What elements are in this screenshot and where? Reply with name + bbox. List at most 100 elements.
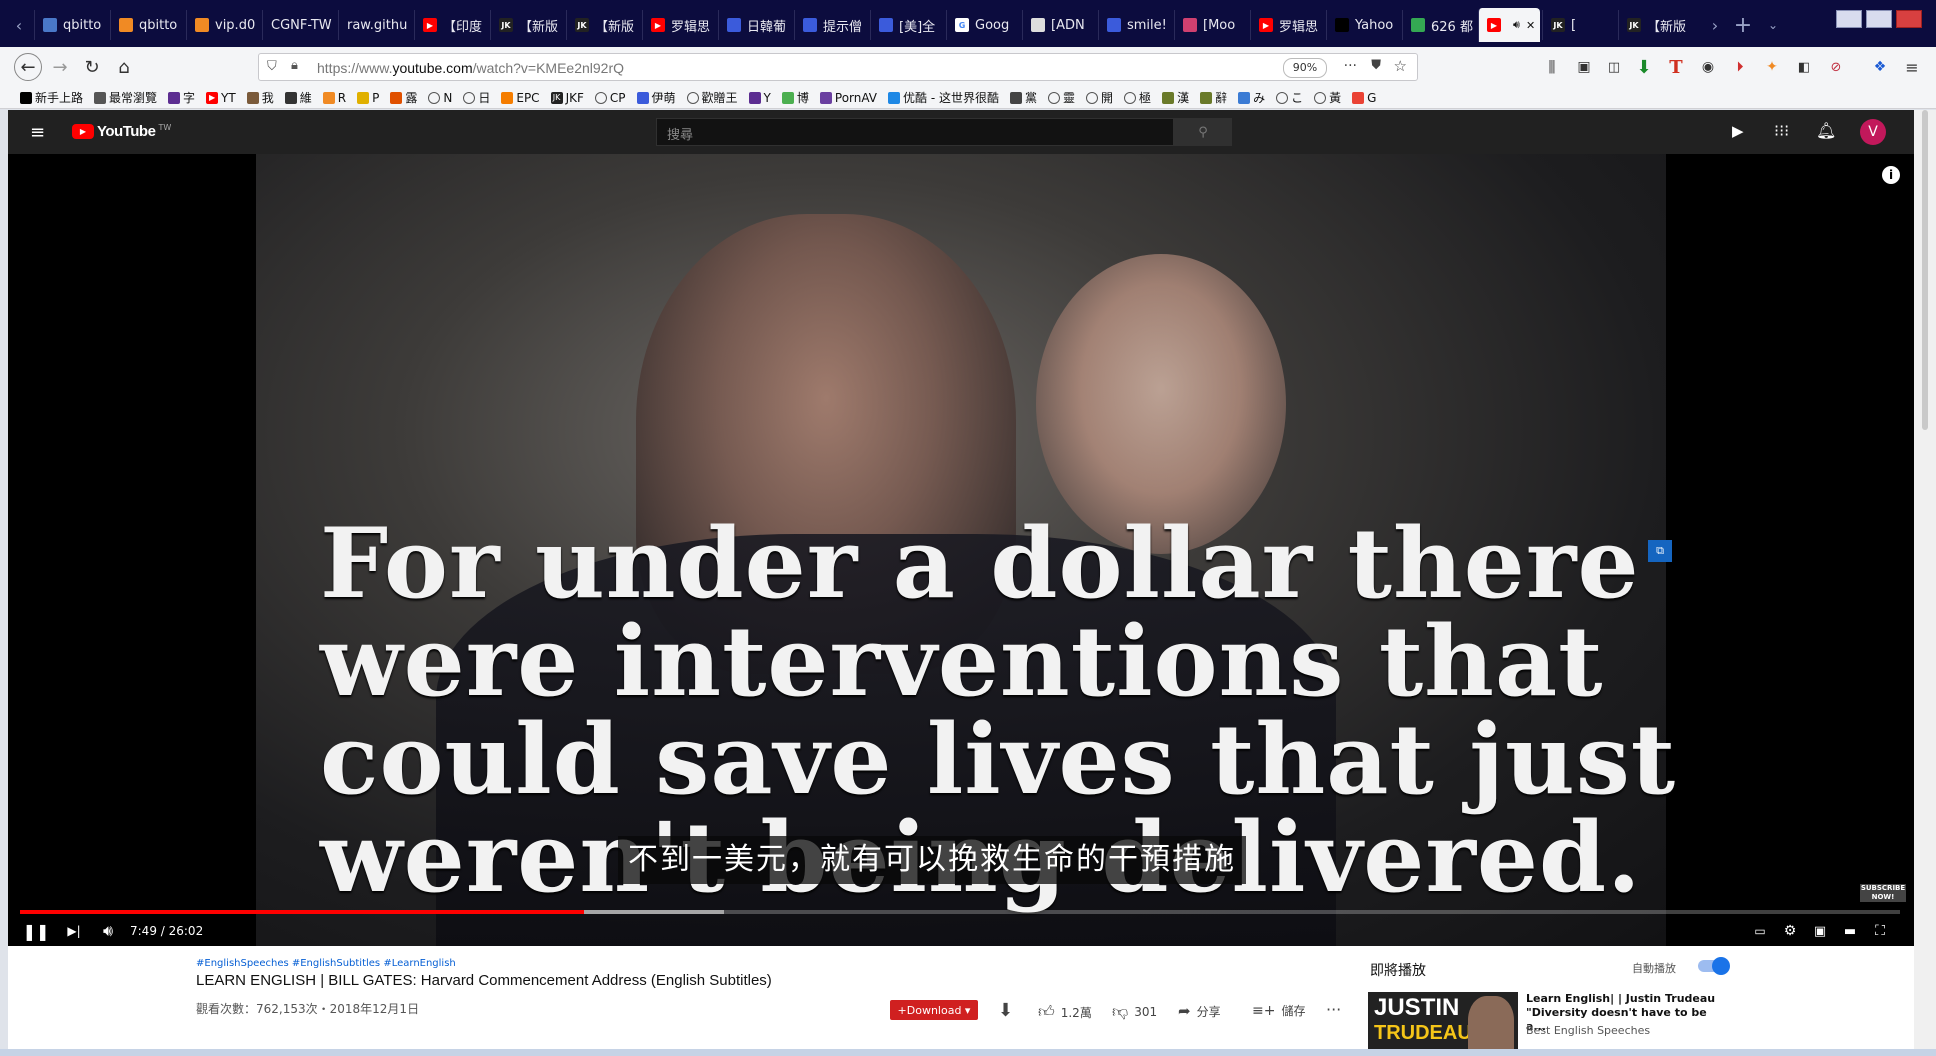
browser-tab[interactable]: 626 都 [1402,10,1476,40]
bookmark-item[interactable]: 字 [168,89,195,106]
download-arrow-icon[interactable]: ⬇ [1632,55,1656,79]
home-icon[interactable]: ⌂ [112,55,136,79]
download-arrow-button[interactable]: ⬇ [998,1000,1013,1021]
bookmark-item[interactable]: Y [748,91,771,105]
browser-tab[interactable]: ▶ 罗辑思 [642,10,716,40]
zoom-level-badge[interactable]: 90% [1283,58,1327,78]
youtube-logo[interactable]: ▶ YouTube TW [72,123,171,140]
extensions-icon[interactable]: ❖ [1868,55,1892,79]
bookmark-item[interactable]: 歡贈王 [686,89,738,106]
bookmark-item[interactable]: 伊萌 [636,89,676,106]
bookmark-item[interactable]: P [357,91,379,105]
tab-scroll-right-icon[interactable]: › [1704,12,1726,38]
new-tab-icon[interactable]: + [1732,12,1754,38]
tab-scroll-left-icon[interactable]: ‹ [8,12,30,38]
browser-tab[interactable]: 日韓葡 [718,10,792,40]
browser-tab[interactable]: smile! [1098,10,1172,40]
text-extension-icon[interactable]: T [1664,55,1688,79]
browser-tab[interactable]: [ADN [1022,10,1096,40]
fullscreen-button[interactable]: ⛶ [1870,922,1890,940]
browser-tab[interactable]: JK 【新版 [566,10,640,40]
next-video-thumbnail[interactable]: JUSTIN TRUDEAU [1368,992,1518,1056]
bookmark-item[interactable]: CP [594,91,626,105]
account-extension-icon[interactable]: ◉ [1696,55,1720,79]
browser-tab[interactable]: JK 【新版 [1618,10,1692,40]
volume-button[interactable]: 🔊︎ [96,920,120,942]
browser-tab[interactable]: qbitto [110,10,184,40]
block-extension-icon[interactable]: ⊘ [1824,55,1848,79]
dislike-button[interactable]: 👎︎ 301 [1112,1002,1157,1022]
settings-gear-icon[interactable]: ⚙ [1780,922,1800,940]
share-button[interactable]: ➦ 分享 [1178,1002,1221,1020]
page-scrollbar[interactable] [1914,110,1936,1056]
browser-tab[interactable]: G Goog [946,10,1020,40]
back-icon[interactable]: ← [14,53,42,81]
browser-tab[interactable]: [Moo [1174,10,1248,40]
forward-icon[interactable]: → [48,55,72,79]
create-video-icon[interactable]: ▶︎ [1732,122,1744,140]
subtitles-button[interactable]: ▭ [1750,922,1770,940]
tab-audio-icon[interactable]: 🔊︎ [1513,18,1520,32]
bookmark-item[interactable]: み [1238,89,1265,106]
video-player[interactable]: For under a dollar there were interventi… [8,154,1914,946]
pocket-icon[interactable]: ⛊ [1371,58,1381,73]
bookmark-item[interactable]: 開 [1086,89,1113,106]
url-text[interactable]: https://www.youtube.com/watch?v=KMEe2nl9… [317,60,624,76]
se-extension-icon[interactable]: ◧ [1792,55,1816,79]
bookmark-item[interactable]: 黨 [1010,89,1037,106]
library-icon[interactable]: ⫼ [1540,55,1564,79]
miniplayer-button[interactable]: ▣ [1810,922,1830,940]
close-tab-icon[interactable]: ✕ [1526,19,1535,32]
save-button[interactable]: ≡+ 儲存 [1252,1002,1305,1019]
bookmark-item[interactable]: 辭 [1200,89,1227,106]
scrollbar-thumb[interactable] [1922,110,1928,430]
close-window-button[interactable] [1896,10,1922,28]
bookmark-item[interactable]: 最常瀏覽 [94,89,157,106]
browser-tab[interactable]: CGNF-TW [262,10,336,40]
browser-tab[interactable]: [美]全 [870,10,944,40]
bookmark-item[interactable]: PornAV [819,91,877,105]
list-all-tabs-icon[interactable]: ⌄ [1762,12,1784,38]
browser-tab[interactable]: ▶ 🔊︎ ✕ [1478,8,1540,42]
minimize-window-button[interactable] [1836,10,1862,28]
bookmark-item[interactable]: 漢 [1162,89,1189,106]
sidebar-icon[interactable]: ▣ [1572,55,1596,79]
bookmark-item[interactable]: 黃 [1314,89,1341,106]
restore-window-button[interactable] [1866,10,1892,28]
bookmark-item[interactable]: EPC [501,91,540,105]
bookmark-item[interactable]: ▶ YT [206,91,236,105]
search-input[interactable]: 搜尋 [656,118,1174,146]
avatar[interactable]: V [1860,119,1886,145]
subscribe-badge[interactable]: SUBSCRIBE NOW! [1860,884,1906,902]
progress-bar[interactable] [20,910,1900,914]
apps-grid-icon[interactable]: ⁝⁝⁝ [1774,121,1789,140]
browser-tab[interactable]: vip.d0 [186,10,260,40]
browser-tab[interactable]: ▶ 罗辑思 [1250,10,1324,40]
more-actions-icon[interactable]: ··· [1326,1000,1341,1019]
page-actions-icon[interactable]: ··· [1344,58,1357,74]
screenshot-icon[interactable]: ◫ [1602,55,1626,79]
bookmark-item[interactable]: 靈 [1048,89,1075,106]
browser-tab[interactable]: JK 【新版 [490,10,564,40]
like-button[interactable]: 👍︎ 1.2萬 [1038,1002,1092,1022]
bookmark-item[interactable]: 露 [390,89,417,106]
browser-tab[interactable]: 提示僧 [794,10,868,40]
bookmark-item[interactable]: 極 [1124,89,1151,106]
search-button[interactable]: ⚲ [1174,118,1232,146]
hashtags[interactable]: #EnglishSpeeches #EnglishSubtitles #Lear… [196,958,456,969]
autoplay-toggle[interactable] [1698,957,1730,975]
menu-hamburger-icon[interactable]: ≡ [1900,55,1924,79]
browser-tab[interactable]: raw.githu [338,10,412,40]
reload-icon[interactable]: ↻ [80,55,104,79]
bookmark-item[interactable]: 維 [284,89,312,106]
bookmark-item[interactable]: G [1352,91,1376,105]
download-button[interactable]: +Download ▾ [890,1000,978,1020]
next-button[interactable]: ▶| [64,920,84,942]
notifications-bell-icon[interactable]: 🔔︎ [1816,121,1836,140]
bookmark-item[interactable]: R [322,91,346,105]
browser-tab[interactable]: Yahoo [1326,10,1400,40]
pause-button[interactable]: ❚❚ [23,920,50,942]
bookmark-item[interactable]: N [428,91,452,105]
bookmark-star-icon[interactable]: ☆ [1394,57,1407,75]
picture-in-picture-overlay-icon[interactable]: ⧉ [1648,540,1672,562]
